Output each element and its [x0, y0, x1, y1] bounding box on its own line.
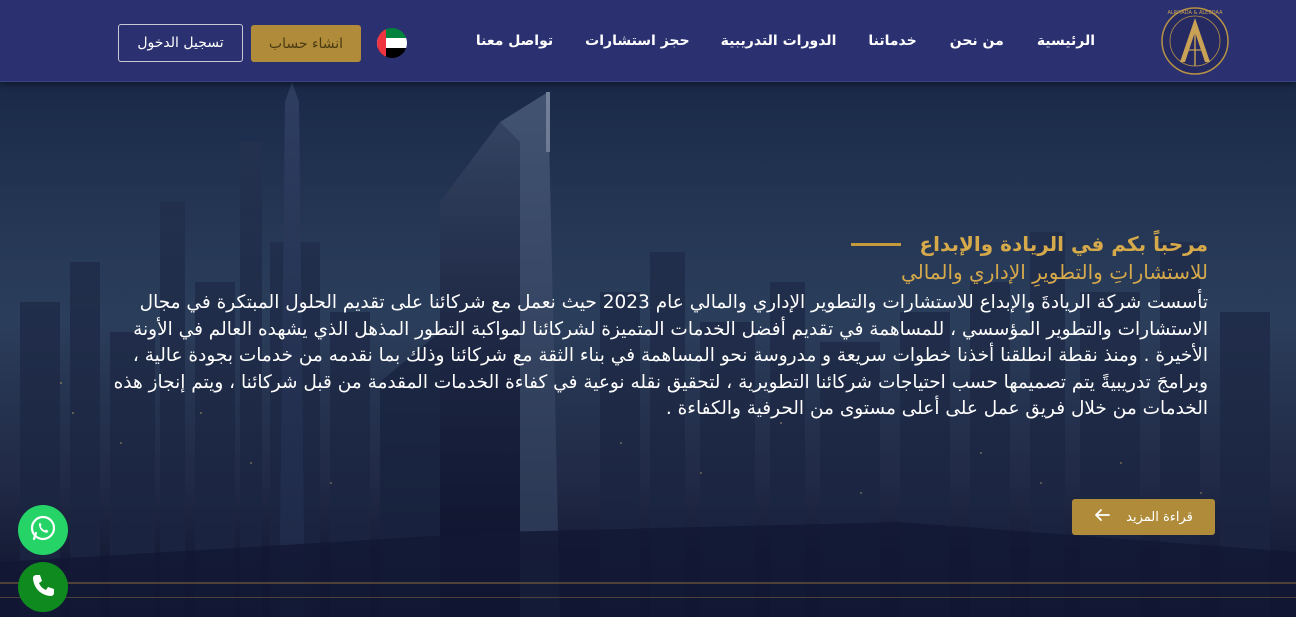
hero-section: مرحباً بكم في الريادة والإبداع للاستشارا…	[0, 82, 1296, 617]
login-button[interactable]: تسجيل الدخول	[118, 24, 243, 62]
nav-item-home[interactable]: الرئيسية	[1037, 33, 1095, 49]
nav-item-consultations[interactable]: حجز استشارات	[585, 33, 689, 49]
nav-item-about[interactable]: من نحن	[950, 33, 1004, 49]
phone-icon	[30, 572, 56, 602]
read-more-button[interactable]: قراءة المزيد	[1072, 499, 1215, 535]
whatsapp-icon	[29, 514, 57, 546]
svg-text:ALRIYADA & ALEBDAA: ALRIYADA & ALEBDAA	[1167, 10, 1223, 16]
nav-item-services[interactable]: خدماتنا	[868, 33, 916, 49]
uae-flag-icon[interactable]	[377, 28, 407, 58]
arrow-left-icon	[1094, 509, 1111, 525]
brand-logo[interactable]: ALRIYADA & ALEBDAA	[1160, 4, 1230, 78]
welcome-heading: مرحباً بكم في الريادة والإبداع	[919, 232, 1208, 256]
register-button[interactable]: انشاء حساب	[251, 25, 361, 62]
read-more-label: قراءة المزيد	[1126, 509, 1193, 525]
site-header: ALRIYADA & ALEBDAA الرئيسية من نحن خدمات…	[0, 0, 1296, 82]
nav-item-courses[interactable]: الدورات التدريبية	[721, 33, 837, 49]
hero-text-block: مرحباً بكم في الريادة والإبداع للاستشارا…	[88, 232, 1208, 423]
phone-button[interactable]	[18, 562, 68, 612]
nav-item-contact[interactable]: تواصل معنا	[476, 33, 553, 49]
hero-subtitle: للاستشاراتِ والتطويرِ الإداري والمالي	[900, 260, 1208, 284]
hero-description: تأسست شركة الريادةَ والإبداع للاستشارات …	[113, 292, 1208, 419]
welcome-row: مرحباً بكم في الريادة والإبداع	[88, 232, 1208, 256]
gold-divider	[851, 242, 902, 246]
main-nav: الرئيسية من نحن خدماتنا الدورات التدريبي…	[476, 0, 1095, 82]
whatsapp-button[interactable]	[18, 505, 68, 555]
